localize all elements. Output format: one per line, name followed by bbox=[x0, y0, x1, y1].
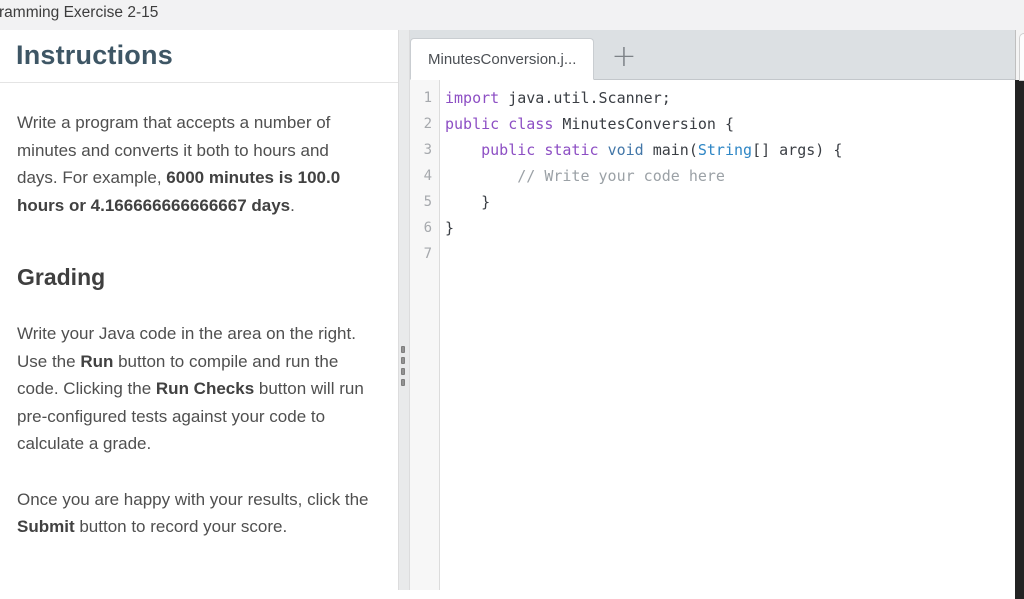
instructions-intro: Write a program that accepts a number of… bbox=[17, 109, 372, 219]
code-line: public class MinutesConversion { bbox=[445, 115, 734, 133]
instructions-body: Write a program that accepts a number of… bbox=[0, 83, 398, 541]
tab-minutesconversion-java[interactable]: MinutesConversion.j... bbox=[410, 38, 595, 80]
editor-tab-bar: MinutesConversion.j... + bbox=[410, 30, 1015, 80]
line-number: 5 bbox=[423, 194, 432, 210]
main-layout: Instructions Write a program that accept… bbox=[0, 30, 1024, 599]
exercise-title: ramming Exercise 2-15 bbox=[0, 4, 159, 21]
code-line: import java.util.Scanner; bbox=[445, 89, 671, 107]
line-number: 2 bbox=[423, 116, 432, 132]
line-number: 3 bbox=[423, 142, 432, 158]
line-number: 6 bbox=[423, 220, 432, 236]
code-line: } bbox=[445, 219, 455, 237]
divider-track bbox=[398, 30, 410, 590]
line-number: 1 bbox=[423, 90, 432, 106]
code-line: public static void main(String[] args) { bbox=[481, 141, 843, 159]
code-editing-area[interactable]: import java.util.Scanner; public class Mi… bbox=[440, 80, 1015, 599]
line-number-gutter: 1 2 3 4 5 6 7 bbox=[410, 80, 440, 599]
line-number: 7 bbox=[423, 246, 432, 262]
new-tab-plus-icon[interactable]: + bbox=[611, 42, 636, 72]
editor-body: 1 2 3 4 5 6 7 import java.util.Scanner; public … bbox=[410, 80, 1015, 599]
adjacent-pane-edge bbox=[1015, 30, 1024, 599]
grading-title: Grading bbox=[17, 264, 106, 290]
code-editor-pane: MinutesConversion.j... + 1 2 3 4 5 6 7 import … bbox=[410, 30, 1015, 599]
instructions-title: Instructions bbox=[16, 40, 173, 70]
panel-resize-divider[interactable] bbox=[398, 30, 410, 599]
top-bar: ramming Exercise 2-15 bbox=[0, 0, 1024, 30]
instructions-panel: Instructions Write a program that accept… bbox=[0, 30, 398, 599]
line-number: 4 bbox=[423, 168, 432, 184]
paragraph: Write a program that accepts a number of… bbox=[17, 113, 341, 215]
paragraph: Once you are happy with your results, cl… bbox=[17, 489, 369, 537]
instructions-header: Instructions bbox=[0, 30, 398, 83]
code-line: } bbox=[445, 193, 491, 211]
divider-drag-handle-icon[interactable] bbox=[401, 346, 405, 386]
adjacent-pane-partial-tab bbox=[1019, 33, 1024, 81]
adjacent-pane-tabbar-edge bbox=[1015, 30, 1024, 81]
paragraph: Write your Java code in the area on the … bbox=[17, 324, 364, 453]
tab-label: MinutesConversion.j... bbox=[428, 50, 577, 68]
code-line: // Write your code here bbox=[517, 167, 725, 185]
grading-text: Write your Java code in the area on the … bbox=[17, 320, 372, 541]
adjacent-dark-panel-edge bbox=[1015, 80, 1024, 599]
line-numbers: 1 2 3 4 5 6 7 bbox=[410, 80, 440, 590]
